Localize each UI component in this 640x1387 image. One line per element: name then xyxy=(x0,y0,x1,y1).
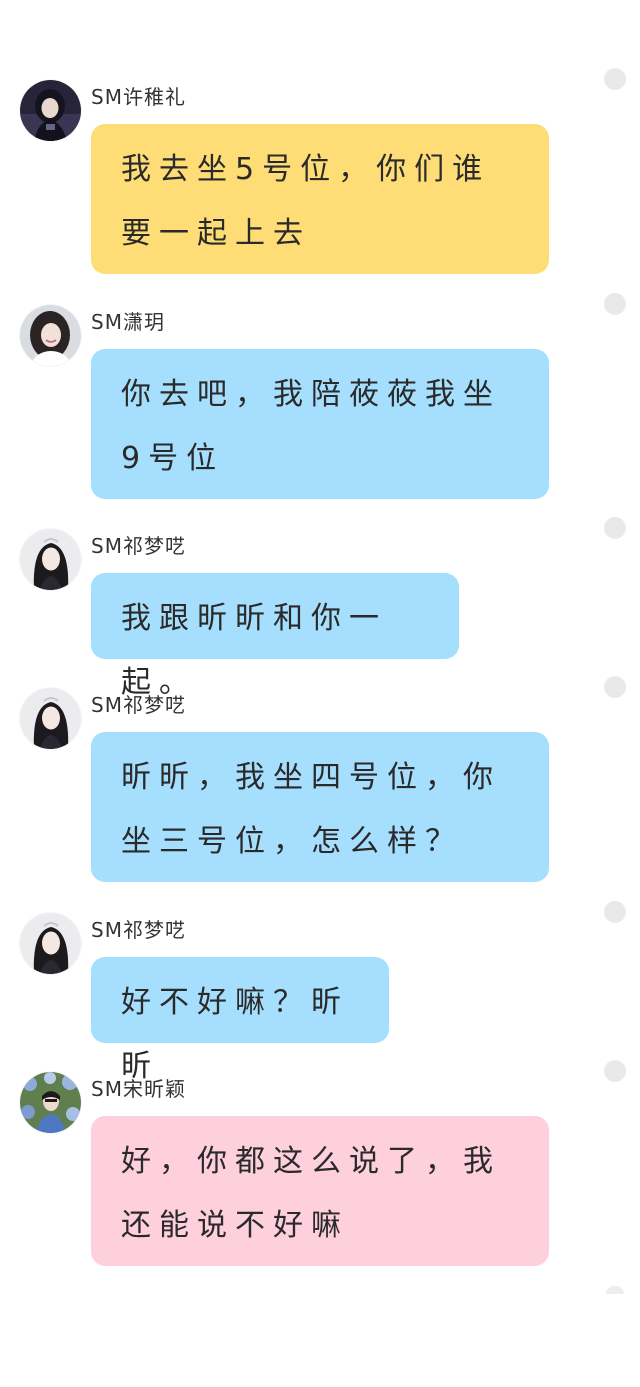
message-bubble[interactable]: 我跟昕昕和你一起。 xyxy=(91,573,459,700)
status-dot xyxy=(604,676,626,698)
avatar-dark-outfit-icon xyxy=(20,80,81,141)
status-dot xyxy=(604,68,626,90)
sender-name: SM宋昕颖 xyxy=(91,1077,186,1101)
chat-thread: SM许稚礼 我去坐5号位，你们谁要一起上去 SM潇玥 你去吧，我陪莜莜我坐9号位 xyxy=(0,0,640,1387)
sender-name: SM许稚礼 xyxy=(91,85,186,109)
sender-name: SM祁梦呓 xyxy=(91,918,186,942)
status-dot xyxy=(604,517,626,539)
status-dot xyxy=(604,901,626,923)
sender-avatar[interactable] xyxy=(20,305,81,366)
message-bubble[interactable]: 昕昕，我坐四号位，你坐三号位，怎么样？ xyxy=(91,732,549,882)
message-bubble[interactable]: 我去坐5号位，你们谁要一起上去 xyxy=(91,124,549,274)
avatar-smiling-portrait-icon xyxy=(20,305,81,366)
avatar-long-hair-portrait-icon xyxy=(20,913,81,974)
status-dot xyxy=(606,1286,624,1294)
status-dot xyxy=(604,1060,626,1082)
status-dot xyxy=(604,293,626,315)
message-bubble[interactable]: 好不好嘛？昕昕 xyxy=(91,957,389,1084)
sender-avatar[interactable] xyxy=(20,80,81,141)
sender-avatar[interactable] xyxy=(20,913,81,974)
avatar-long-hair-portrait-icon xyxy=(20,688,81,749)
avatar-long-hair-portrait-icon xyxy=(20,529,81,590)
sender-name: SM祁梦呓 xyxy=(91,693,186,717)
sender-name: SM祁梦呓 xyxy=(91,534,186,558)
sender-name: SM潇玥 xyxy=(91,310,165,334)
avatar-flowers-portrait-icon xyxy=(20,1072,81,1133)
sender-avatar[interactable] xyxy=(20,529,81,590)
sender-avatar[interactable] xyxy=(20,688,81,749)
message-bubble[interactable]: 好，你都这么说了，我还能说不好嘛 xyxy=(91,1116,549,1266)
message-bubble[interactable]: 你去吧，我陪莜莜我坐9号位 xyxy=(91,349,549,499)
sender-avatar[interactable] xyxy=(20,1072,81,1133)
